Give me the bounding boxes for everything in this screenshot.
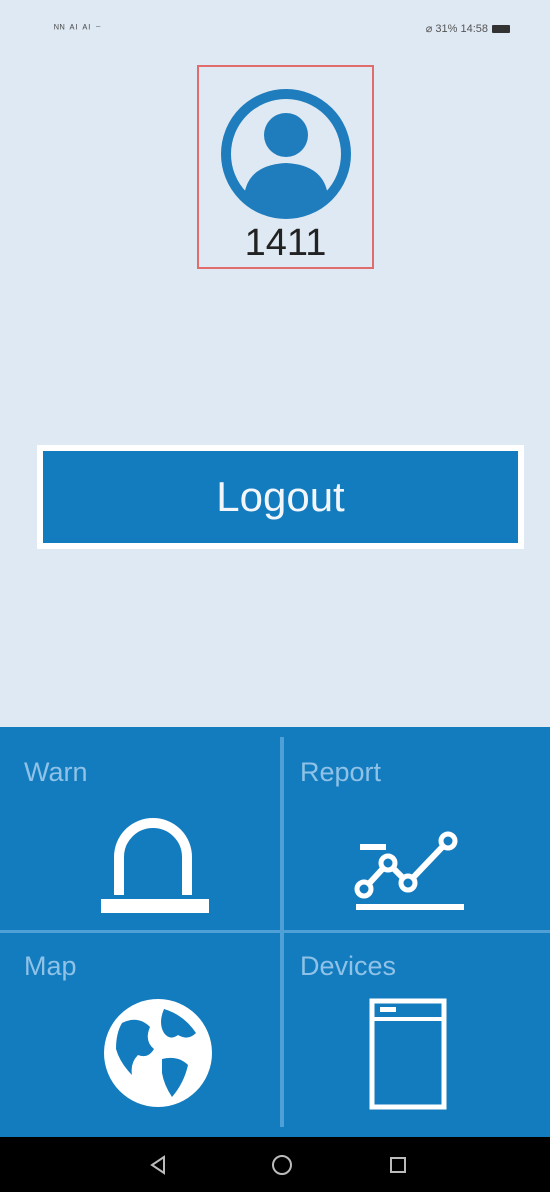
- menu-label-warn: Warn: [24, 757, 88, 787]
- siren-icon: [101, 818, 209, 913]
- recents-square-icon: [390, 1156, 406, 1173]
- nav-back-button[interactable]: [128, 1137, 188, 1192]
- nav-home-button[interactable]: [252, 1137, 312, 1192]
- battery-icon: [492, 24, 510, 33]
- home-circle-icon: [272, 1154, 292, 1175]
- nav-recents-button[interactable]: [368, 1137, 428, 1192]
- avatar-icon: [221, 89, 351, 219]
- menu-label-report: Report: [300, 757, 382, 787]
- status-right: ⌀ 31% 14:58: [426, 22, 510, 35]
- chart-icon: [354, 831, 464, 910]
- status-left: ᴺᴺ ᴬᴵ ᴬᴵ ⁻: [54, 23, 103, 35]
- system-nav-bar: [0, 1137, 550, 1192]
- menu-label-map: Map: [24, 951, 77, 981]
- menu-tile-devices[interactable]: Devices: [284, 933, 550, 1137]
- logout-button[interactable]: Logout: [37, 445, 524, 549]
- profile-button[interactable]: 1411: [197, 65, 374, 269]
- status-text: ⌀ 31% 14:58: [425, 23, 488, 35]
- menu-label-devices: Devices: [300, 951, 397, 981]
- user-id: 1411: [244, 222, 327, 264]
- menu-tile-map[interactable]: Map: [0, 933, 280, 1137]
- back-triangle-icon: [150, 1154, 165, 1175]
- globe-icon: [104, 999, 212, 1107]
- device-icon: [369, 998, 447, 1110]
- menu-grid: Warn Report Map Devices: [0, 727, 550, 1137]
- menu-tile-warn[interactable]: Warn: [0, 727, 280, 930]
- status-bar: ᴺᴺ ᴬᴵ ᴬᴵ ⁻ ⌀ 31% 14:58: [0, 0, 550, 60]
- menu-tile-report[interactable]: Report: [284, 727, 550, 930]
